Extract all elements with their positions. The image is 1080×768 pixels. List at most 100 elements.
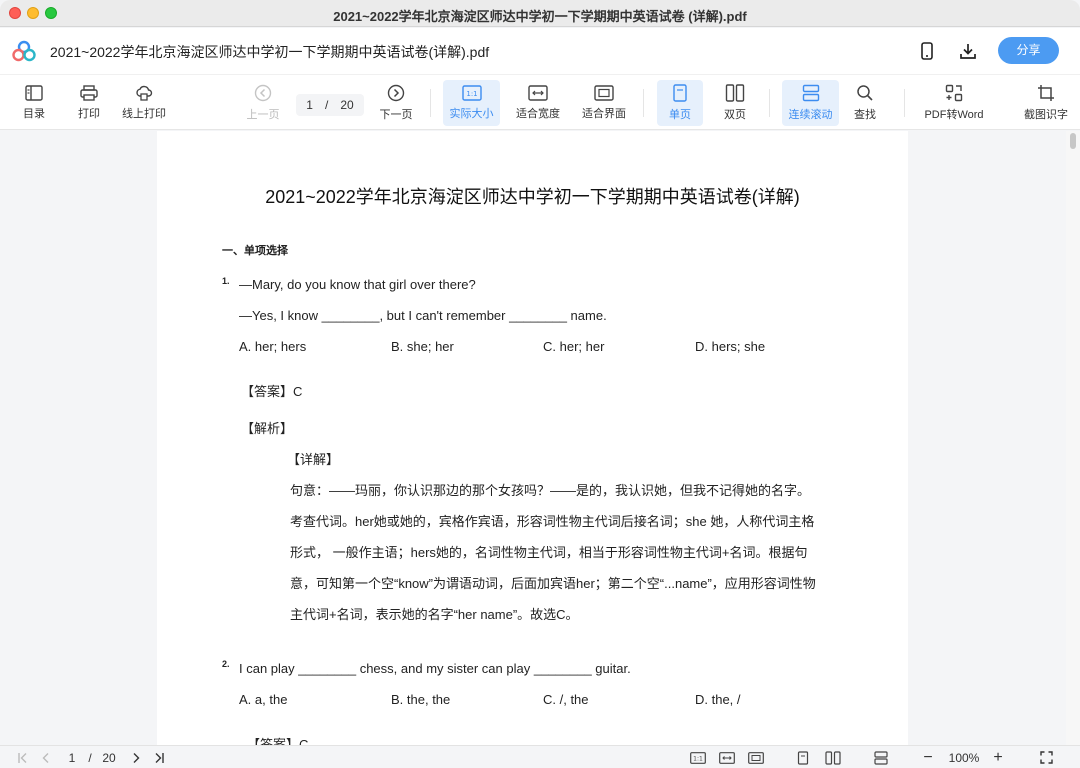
explanation-line: 形式， 一般作主语；hers她的，名词性物主代词，相当于形容词性物主代词+名词。… xyxy=(290,545,808,560)
fullscreen-icon[interactable] xyxy=(1037,749,1055,766)
single-page-button[interactable]: 单页 xyxy=(657,80,703,126)
phone-icon[interactable] xyxy=(915,39,939,63)
zoom-level[interactable]: 100% xyxy=(944,749,984,766)
status-total-pages: 20 xyxy=(102,750,116,765)
question-text: I can play ________ chess, and my sister… xyxy=(239,661,631,676)
screenshot-ocr-button[interactable]: 截图识字 xyxy=(1018,80,1074,126)
explanation-line: 意，可知第一个空“know”为谓语动词，后面加宾语her；第二个空“...nam… xyxy=(290,576,816,591)
app-header: 2021~2022学年北京海淀区师达中学初一下学期期中英语试卷(详解).pdf … xyxy=(0,28,1080,74)
explanation-line: 考查代词。her她或她的，宾格作宾语，形容词性物主代词后接名词；she 她，人称… xyxy=(290,514,815,529)
toolbar-divider xyxy=(643,89,644,117)
pdf-to-word-button[interactable]: PDF转Word xyxy=(918,80,990,126)
vertical-scrollbar[interactable] xyxy=(1066,131,1080,745)
question-number: 2. xyxy=(222,659,230,669)
explanation-line: 句意：——玛丽，你认识那边的那个女孩吗？——是的，我认识她，但我不记得她的名字。 xyxy=(290,483,811,498)
continuous-scroll-small-icon[interactable] xyxy=(871,749,891,766)
toc-button[interactable]: 目录 xyxy=(14,80,54,126)
print-label: 打印 xyxy=(78,108,100,120)
actual-size-button[interactable]: 1:1 实际大小 xyxy=(443,80,500,126)
fit-page-label: 适合界面 xyxy=(582,108,626,120)
answer-option: D. the, / xyxy=(695,692,741,707)
double-page-label: 双页 xyxy=(724,109,746,121)
actual-size-glyph: 1:1 xyxy=(466,90,477,98)
zoom-out-button[interactable]: − xyxy=(920,749,936,766)
share-button[interactable]: 分享 xyxy=(998,37,1059,64)
screenshot-ocr-label: 截图识字 xyxy=(1024,109,1068,121)
prev-page-small-icon[interactable] xyxy=(38,749,54,766)
print-button[interactable]: 打印 xyxy=(70,80,108,126)
current-page: 1 xyxy=(306,98,313,112)
answer-key: 【答案】C xyxy=(241,384,303,399)
double-page-small-icon[interactable] xyxy=(823,749,843,766)
status-bar: 1 / 20 1:1 − 100% + xyxy=(0,745,1080,768)
answer-option: B. she; her xyxy=(391,339,454,354)
printer-icon xyxy=(80,85,98,101)
document-title: 2021~2022学年北京海淀区师达中学初一下学期期中英语试卷(详解) xyxy=(265,187,800,207)
next-page-small-icon[interactable] xyxy=(128,749,144,766)
find-button[interactable]: 查找 xyxy=(846,80,884,126)
fit-width-button[interactable]: 适合宽度 xyxy=(512,80,564,126)
search-icon xyxy=(857,85,873,101)
actual-size-small-icon[interactable]: 1:1 xyxy=(688,749,708,766)
double-page-button[interactable]: 双页 xyxy=(714,80,756,126)
continuous-scroll-button[interactable]: 连续滚动 xyxy=(782,80,839,126)
toolbar-divider xyxy=(769,89,770,117)
fit-page-icon xyxy=(594,85,614,101)
answer-option: D. hers; she xyxy=(695,339,766,354)
toc-icon xyxy=(25,85,43,101)
fit-width-label: 适合宽度 xyxy=(516,108,560,120)
prev-page-button[interactable]: 上一页 xyxy=(242,80,284,126)
scrollbar-thumb[interactable] xyxy=(1070,133,1076,149)
actual-size-label: 实际大小 xyxy=(449,108,494,120)
status-current-page[interactable]: 1 xyxy=(64,749,80,766)
fit-page-button[interactable]: 适合界面 xyxy=(578,80,630,126)
analysis-heading: 【解析】 xyxy=(241,421,294,436)
fit-page-small-icon[interactable] xyxy=(746,749,766,766)
toolbar-divider xyxy=(430,89,431,117)
find-label: 查找 xyxy=(854,109,876,121)
window-title: 2021~2022学年北京海淀区师达中学初一下学期期中英语试卷 (详解).pdf xyxy=(333,9,747,24)
prev-page-label: 上一页 xyxy=(246,109,280,121)
toolbar-divider xyxy=(904,89,905,117)
last-page-icon[interactable] xyxy=(150,749,168,766)
total-pages: 20 xyxy=(340,98,354,112)
cloud-print-icon xyxy=(136,85,153,101)
online-print-label: 线上打印 xyxy=(122,108,166,120)
document-viewer[interactable]: 2021~2022学年北京海淀区师达中学初一下学期期中英语试卷(详解) 一、单项… xyxy=(0,131,1080,745)
question-text: —Yes, I know ________, but I can't remem… xyxy=(239,308,607,323)
first-page-icon[interactable] xyxy=(14,749,32,766)
next-page-button[interactable]: 下一页 xyxy=(375,80,417,126)
continuous-scroll-icon xyxy=(802,84,819,102)
double-page-icon xyxy=(725,84,745,102)
document-name: 2021~2022学年北京海淀区师达中学初一下学期期中英语试卷(详解).pdf xyxy=(50,44,490,60)
zoom-in-button[interactable]: + xyxy=(990,749,1006,766)
online-print-button[interactable]: 线上打印 xyxy=(118,80,170,126)
status-page-separator: / xyxy=(88,750,92,765)
answer-option: C. /, the xyxy=(543,692,589,707)
single-page-small-icon[interactable] xyxy=(795,749,811,766)
single-page-icon xyxy=(673,84,687,102)
app-logo-icon xyxy=(12,40,36,62)
main-toolbar: 目录 打印 线上打印 上一页 1 / 20 下一页 1:1 实际大小 适合宽度 … xyxy=(0,74,1080,130)
section-heading: 一、单项选择 xyxy=(222,245,288,257)
toc-label: 目录 xyxy=(23,108,45,120)
page-separator: / xyxy=(324,98,329,112)
question-text: —Mary, do you know that girl over there? xyxy=(239,277,476,292)
actual-size-icon: 1:1 xyxy=(461,85,482,101)
download-icon[interactable] xyxy=(956,39,980,63)
fit-width-small-icon[interactable] xyxy=(717,749,737,766)
chevron-right-circle-icon xyxy=(387,84,405,102)
answer-key: 【答案】C xyxy=(247,737,309,745)
answer-option: B. the, the xyxy=(391,692,451,707)
chevron-left-circle-icon xyxy=(254,84,272,102)
fit-width-icon xyxy=(528,85,548,101)
explanation-line: 主代词+名词，表示她的名字“her name”。故选C。 xyxy=(290,607,579,622)
crop-icon xyxy=(1038,85,1054,101)
next-page-label: 下一页 xyxy=(379,109,413,121)
continuous-scroll-label: 连续滚动 xyxy=(788,109,833,121)
question-number: 1. xyxy=(222,276,230,286)
window-titlebar: 2021~2022学年北京海淀区师达中学初一下学期期中英语试卷 (详解).pdf xyxy=(0,0,1080,27)
convert-icon xyxy=(945,84,963,102)
page-number-input[interactable]: 1 / 20 xyxy=(296,94,364,116)
actual-size-small-glyph: 1:1 xyxy=(693,755,703,762)
